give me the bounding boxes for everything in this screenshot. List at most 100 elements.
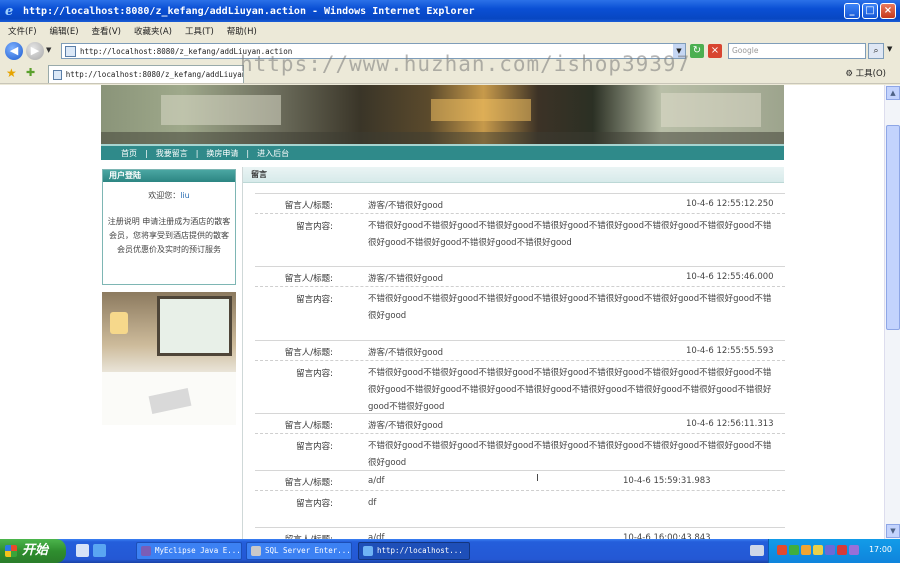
message-entry: 留言人/标题: a/df 10-4-6 15:59:31.983 留言内容: df [255,470,785,528]
tray-network-icon[interactable] [789,545,799,555]
quicklaunch-ie-icon[interactable] [93,544,106,557]
text-cursor-icon: I [536,473,539,484]
hotel-room-image [102,292,236,425]
window-title: http://localhost:8080/z_kefang/addLiuyan… [23,5,475,17]
search-options-icon[interactable]: ▼ [887,45,892,53]
task-sql-server[interactable]: SQL Server Enter... [246,542,352,560]
message-entry: 留言人/标题:a/df10-4-6 16:00:43.843留言内容: [255,527,785,539]
menu-bar: 文件(F) 编辑(E) 查看(V) 收藏夹(A) 工具(T) 帮助(H) [0,22,900,39]
browser-tab[interactable]: http://localhost:8080/z_kefang/addLiuyan… [48,65,244,83]
message-author-title: a/df [368,476,385,486]
tray-update-icon[interactable] [813,545,823,555]
nav-room-change[interactable]: 换房申请 [206,148,238,159]
scroll-down-icon[interactable]: ▼ [886,524,900,538]
welcome-text: 欢迎您：liu [148,191,190,200]
tab-page-icon [53,69,62,80]
message-header-row: 留言人/标题: 游客/不错很好good 10-4-6 12:55:46.000 [255,267,785,287]
tools-label: 工具(O) [855,69,886,79]
task-myeclipse[interactable]: MyEclipse Java E... [136,542,242,560]
message-author-title: 游客/不错很好good [368,201,444,211]
sql-server-icon [251,546,261,556]
message-header-row: 留言人/标题: 游客/不错很好good 10-4-6 12:56:11.313 [255,414,785,434]
taskbar: 开始 MyEclipse Java E... SQL Server Enter.… [0,539,900,563]
tools-menu-button[interactable]: ⚙ 工具(O) [845,67,886,79]
vertical-scrollbar[interactable]: ▲ ▼ [884,85,900,539]
message-time: 10-4-6 12:55:46.000 [686,272,774,282]
content-label: 留言内容: [296,222,333,232]
ie-task-icon [363,546,373,556]
content-label: 留言内容: [296,295,333,305]
author-label: 留言人/标题: [284,421,333,431]
content-label: 留言内容: [296,369,333,379]
message-time: 10-4-6 15:59:31.983 [623,476,711,486]
message-entry: 留言人/标题: 游客/不错很好good 10-4-6 12:56:11.313 留言内… [255,413,785,471]
forward-button[interactable]: ▶ [26,42,44,60]
scroll-thumb[interactable] [886,125,900,330]
search-input[interactable]: Google [728,43,866,59]
login-header: 用户登陆 [103,170,235,182]
task-ie[interactable]: http://localhost... [358,542,470,560]
login-box: 用户登陆 欢迎您：liu 注册说明 申请注册成为酒店的散客会员，您将享受到酒店提… [102,169,236,285]
message-content: df [368,498,377,508]
refresh-icon[interactable]: ↻ [690,44,704,58]
menu-tools[interactable]: 工具(T) [185,25,214,37]
clock: 17:00 [868,545,892,554]
tab-title: http://localhost:8080/z_kefang/addLiuyan… [65,70,243,79]
nav-leave-message[interactable]: 我要留言 [156,148,188,159]
menu-help[interactable]: 帮助(H) [227,25,257,37]
hotel-site: 首页 | 我要留言 | 换房申请 | 进入后台 用户登陆 欢迎您：liu 注册说… [101,85,785,539]
message-panel: 留言 留言人/标题: 游客/不错很好good 10-4-6 12:55:12.250… [242,167,785,539]
system-tray: 17:00 [768,539,900,563]
message-entry: 留言人/标题: 游客/不错很好good 10-4-6 12:55:55.593 留言内… [255,340,785,415]
hotel-banner-image [101,85,784,144]
search-icon[interactable]: ⌕ [868,43,884,59]
message-author-title: 游客/不错很好good [368,421,444,431]
keyboard-layout-icon[interactable] [750,545,764,556]
message-header-row: 留言人/标题: 游客/不错很好good 10-4-6 12:55:55.593 [255,341,785,361]
message-content: 不错很好good不错很好good不错很好good不错很好good不错很好good… [368,294,772,321]
message-panel-header: 留言 [243,167,784,183]
tray-app-icon[interactable] [777,545,787,555]
message-entry: 留言人/标题: 游客/不错很好good 10-4-6 12:55:12.250 留言内… [255,193,785,268]
close-button[interactable]: × [880,3,896,19]
window-controls: _ □ × [844,3,896,19]
author-label: 留言人/标题: [284,478,333,488]
message-author-title: 游客/不错很好good [368,274,444,284]
message-header-row: 留言人/标题: 游客/不错很好good 10-4-6 12:55:12.250 [255,194,785,214]
show-desktop-icon[interactable] [76,544,89,557]
watermark: https://www.huzhan.com/ishop39397 [240,52,691,76]
tray-antivirus-icon[interactable] [837,545,847,555]
menu-file[interactable]: 文件(F) [8,25,37,37]
menu-view[interactable]: 查看(V) [92,25,121,37]
message-author-title: 游客/不错很好good [368,348,444,358]
ie-logo-icon: e [5,4,14,19]
message-content-row: 留言内容: 不错很好good不错很好good不错很好good不错很好good不错很… [255,214,785,268]
username: liu [180,191,190,200]
history-dropdown-icon[interactable]: ▼ [46,46,51,54]
back-button[interactable]: ◀ [5,42,23,60]
add-favorites-icon[interactable]: ✚ [26,66,35,79]
tray-volume-icon[interactable] [825,545,835,555]
message-time: 10-4-6 12:55:12.250 [686,199,774,209]
author-label: 留言人/标题: [284,348,333,358]
menu-edit[interactable]: 编辑(E) [50,25,79,37]
maximize-button[interactable]: □ [862,3,878,19]
author-label: 留言人/标题: [284,274,333,284]
message-time: 10-4-6 12:55:55.593 [686,346,774,356]
minimize-button[interactable]: _ [844,3,860,19]
message-content-row: 留言内容: df [255,491,785,528]
nav-admin[interactable]: 进入后台 [257,148,289,159]
page-viewport: 首页 | 我要留言 | 换房申请 | 进入后台 用户登陆 欢迎您：liu 注册说… [0,85,884,539]
message-content-row: 留言内容: 不错很好good不错很好good不错很好good不错很好good不错很… [255,361,785,415]
message-content: 不错很好good不错很好good不错很好good不错很好good不错很好good… [368,368,772,412]
nav-home[interactable]: 首页 [121,148,137,159]
tray-misc-icon[interactable] [849,545,859,555]
stop-icon[interactable]: × [708,44,722,58]
start-button[interactable]: 开始 [0,539,66,563]
window-title-bar[interactable]: e http://localhost:8080/z_kefang/addLiuy… [0,0,900,22]
favorites-star-icon[interactable]: ★ [6,66,17,80]
menu-favorites[interactable]: 收藏夹(A) [134,25,172,37]
scroll-up-icon[interactable]: ▲ [886,86,900,100]
tray-security-icon[interactable] [801,545,811,555]
content-label: 留言内容: [296,442,333,452]
